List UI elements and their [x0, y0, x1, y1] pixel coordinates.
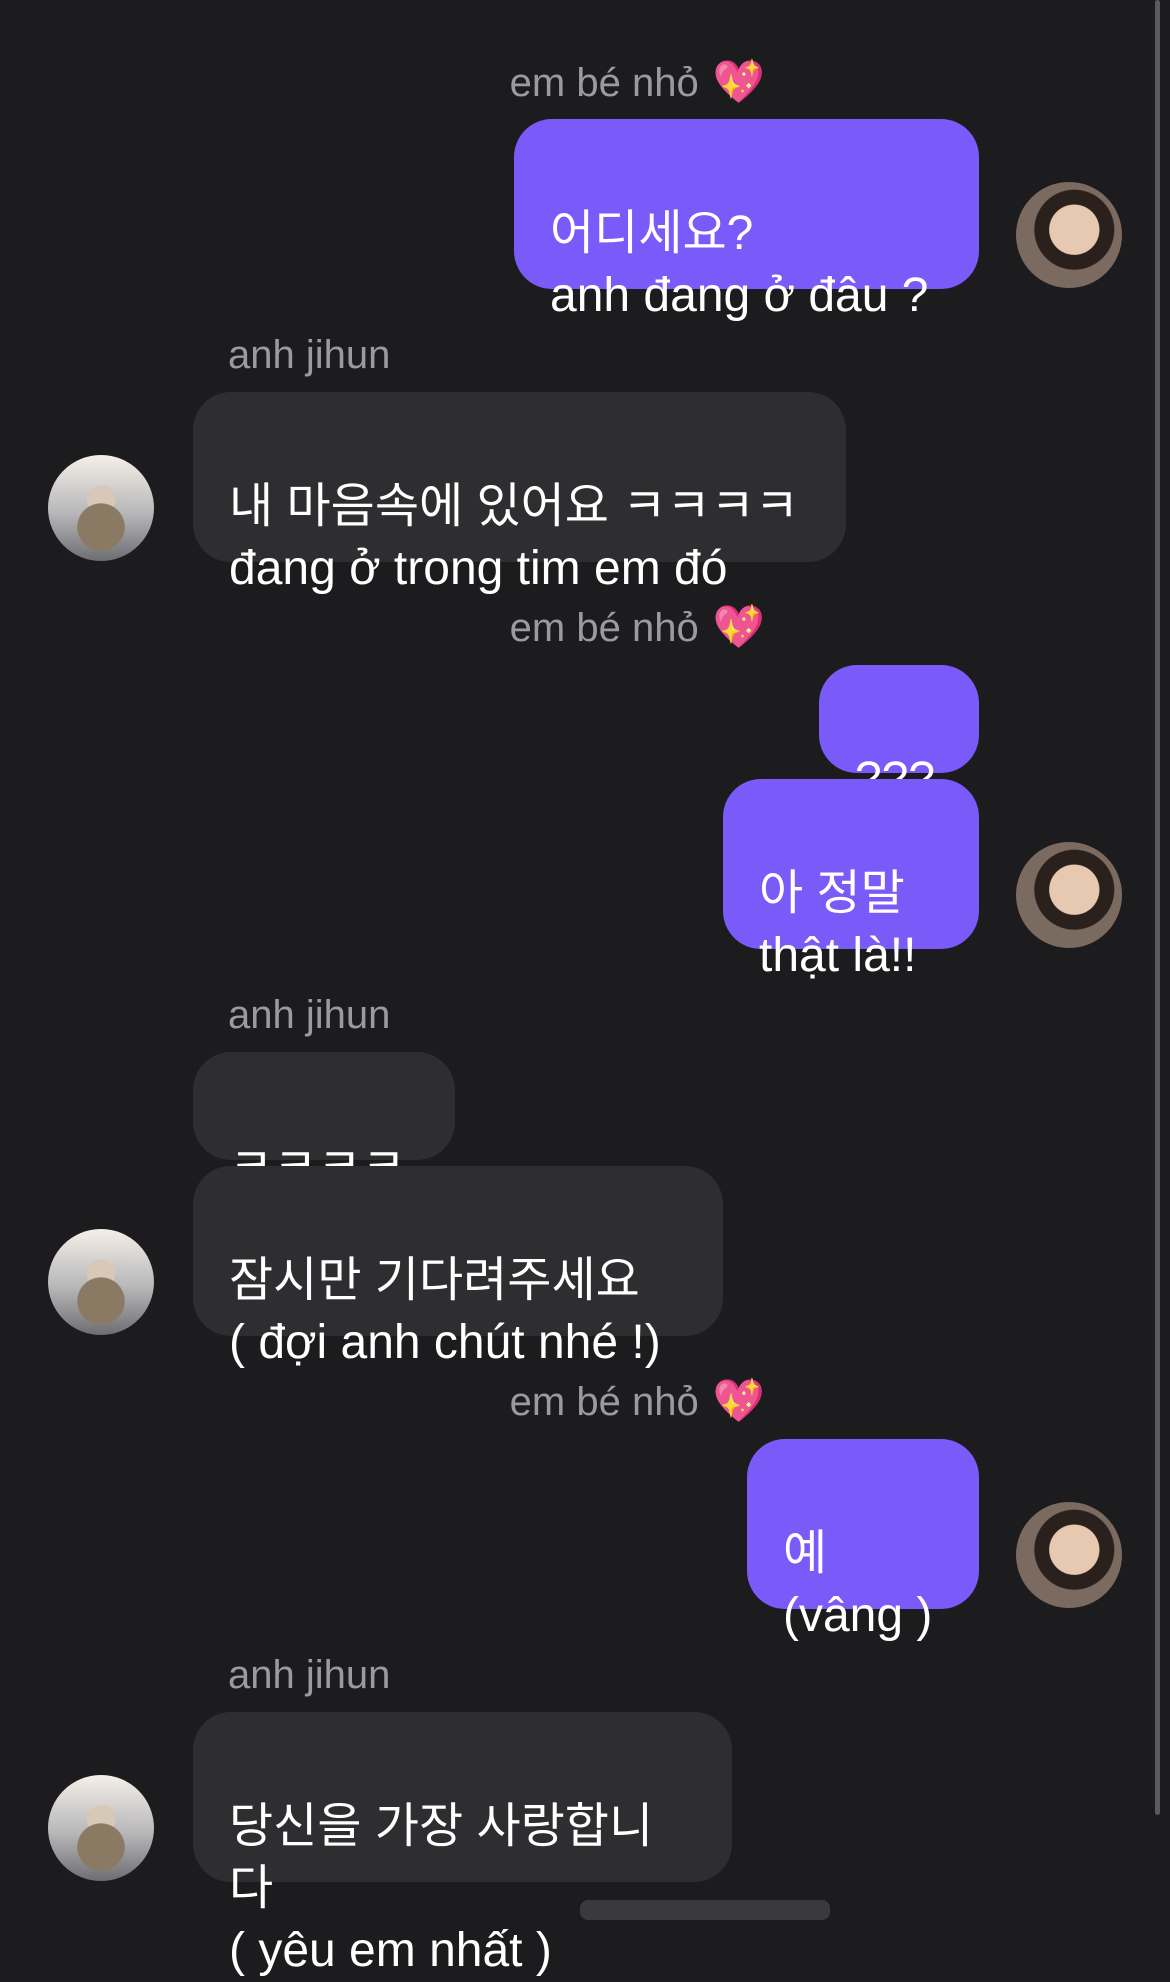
contact-avatar[interactable]	[48, 1775, 154, 1881]
message-text: 아 정말 thật là!!	[759, 867, 917, 982]
message-bubble-sent[interactable]: 어디세요? anh đang ở đâu ?	[514, 119, 979, 322]
message-bubble-received[interactable]: ㅋㅋㅋㅋ	[193, 1052, 455, 1193]
message-text: 잠시만 기다려주세요 ( đợi anh chút nhé !)	[229, 1254, 661, 1369]
scrollbar[interactable]	[1155, 0, 1160, 1815]
sender-name: anh jihun	[228, 333, 391, 377]
message-bubble-received[interactable]: 당신을 가장 사랑합니다 ( yêu em nhất )	[193, 1712, 732, 1977]
sender-name: anh jihun	[228, 1653, 391, 1697]
message-bubble-sent[interactable]: 예 (vâng )	[747, 1439, 979, 1642]
contact-avatar[interactable]	[48, 455, 154, 561]
message-text: 예 (vâng )	[783, 1527, 933, 1642]
chat-screen: { "chat": { "me_name": "em bé nhỏ", "me_…	[0, 0, 1170, 1977]
sender-name: em bé nhỏ 💖	[509, 603, 765, 650]
sparkling-heart-icon: 💖	[712, 1377, 765, 1424]
message-bubble-received[interactable]: 내 마음속에 있어요 ㅋㅋㅋㅋ đang ở trong tim em đó	[193, 392, 846, 595]
partial-footer	[580, 1900, 830, 1920]
sender-name: anh jihun	[228, 993, 391, 1037]
message-text: 내 마음속에 있어요 ㅋㅋㅋㅋ đang ở trong tim em đó	[229, 480, 799, 595]
message-bubble-sent[interactable]: ???	[819, 665, 979, 806]
sparkling-heart-icon: 💖	[712, 58, 765, 105]
message-bubble-sent[interactable]: 아 정말 thật là!!	[723, 779, 979, 982]
my-avatar[interactable]	[1016, 1502, 1122, 1608]
contact-avatar[interactable]	[48, 1229, 154, 1335]
message-text: 어디세요? anh đang ở đâu ?	[550, 207, 929, 322]
sparkling-heart-icon: 💖	[712, 603, 765, 650]
my-avatar[interactable]	[1016, 182, 1122, 288]
message-text: 당신을 가장 사랑합니다 ( yêu em nhất )	[229, 1800, 654, 1977]
sender-name: em bé nhỏ 💖	[509, 1377, 765, 1424]
sender-name: em bé nhỏ 💖	[509, 58, 765, 105]
my-avatar[interactable]	[1016, 842, 1122, 948]
message-bubble-received[interactable]: 잠시만 기다려주세요 ( đợi anh chút nhé !)	[193, 1166, 723, 1369]
